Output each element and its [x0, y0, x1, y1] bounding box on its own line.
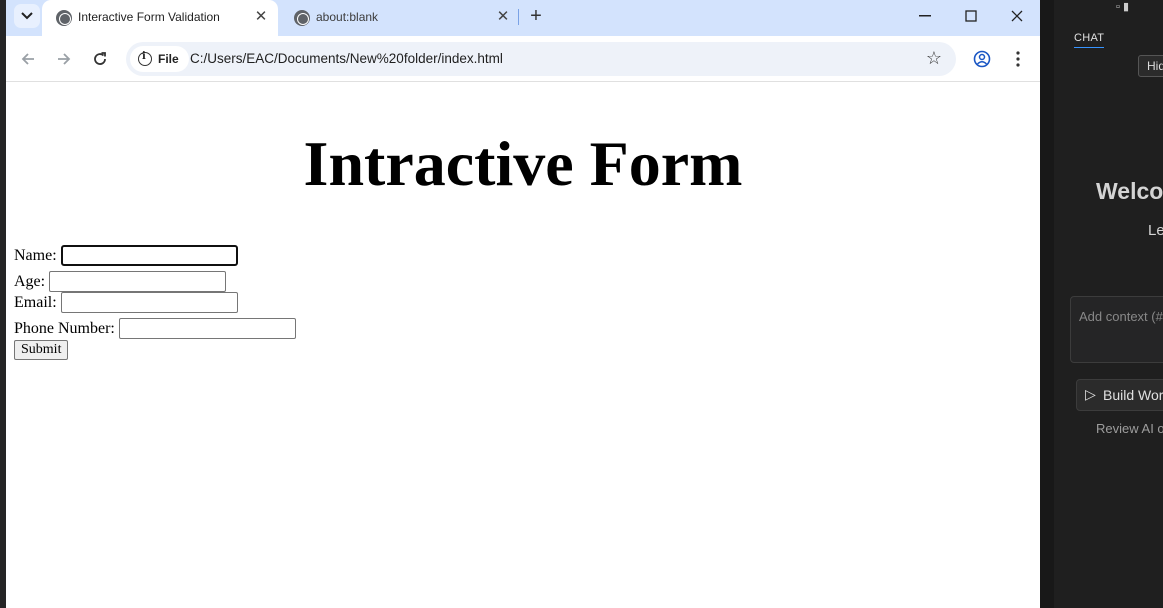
back-arrow-icon [21, 53, 34, 65]
minimize-icon [919, 15, 931, 17]
chat-input[interactable]: Add context (# [1070, 296, 1163, 363]
age-label: Age: [14, 272, 46, 290]
profile-icon [973, 50, 991, 68]
profile-button[interactable] [970, 47, 994, 71]
tab-strip: Interactive Form Validation ✕ about:blan… [6, 0, 1040, 36]
chevron-down-icon [21, 12, 33, 20]
back-button[interactable] [16, 47, 40, 71]
globe-icon [56, 10, 72, 26]
email-label: Email: [14, 293, 57, 311]
url-text[interactable]: C:/Users/EAC/Documents/New%20folder/inde… [190, 51, 503, 66]
site-info-chip[interactable]: File [130, 46, 189, 72]
tab-title: Interactive Form Validation [78, 10, 220, 24]
tab-about-blank[interactable]: about:blank ✕ [280, 0, 520, 36]
email-row: Email: [14, 292, 238, 313]
submit-button[interactable]: Submit [14, 340, 69, 360]
more-vert-icon [1016, 51, 1020, 67]
phone-row: Phone Number: [14, 318, 296, 339]
chat-side-panel: ▫ ▮ CHAT Hid Welco Le Add context (# ▷ B… [1040, 0, 1163, 608]
tab-close-icon[interactable]: ✕ [252, 8, 270, 26]
forward-button[interactable] [52, 47, 76, 71]
address-bar[interactable]: File C:/Users/EAC/Documents/New%20folder… [126, 42, 956, 76]
age-field[interactable] [49, 271, 227, 292]
tab-separator [518, 9, 519, 25]
name-row: Name: [14, 245, 238, 266]
phone-field[interactable] [118, 318, 296, 339]
name-field[interactable] [60, 245, 238, 266]
forward-arrow-icon [58, 53, 71, 65]
menu-button[interactable] [1006, 47, 1030, 71]
age-row: Age: [14, 271, 227, 292]
learn-text: Le [1148, 222, 1163, 239]
reload-icon [94, 52, 106, 65]
build-workspace-button[interactable]: ▷ Build Wor [1076, 379, 1163, 411]
tab-interactive-form[interactable]: Interactive Form Validation ✕ [42, 0, 278, 36]
review-text: Review AI o [1096, 421, 1163, 436]
reload-button[interactable] [88, 47, 112, 71]
page-title: Intractive Form [303, 128, 743, 199]
info-icon [138, 51, 152, 66]
site-info-label: File [158, 52, 179, 66]
page-content: Intractive Form Name: Age: Email: Phone … [6, 83, 1040, 608]
new-tab-button[interactable]: + [524, 5, 548, 29]
tab-title: about:blank [316, 10, 379, 24]
globe-icon [294, 10, 310, 26]
build-icon: ▷ [1085, 386, 1096, 402]
hide-button[interactable]: Hid [1138, 55, 1163, 77]
browser-window: Interactive Form Validation ✕ about:blan… [6, 0, 1040, 608]
tab-close-icon[interactable]: ✕ [494, 8, 512, 26]
close-window-button[interactable] [994, 0, 1040, 32]
name-label: Name: [14, 246, 57, 264]
maximize-icon [965, 10, 977, 22]
tab-search-button[interactable] [14, 4, 40, 28]
side-panel-strip [1040, 0, 1054, 608]
build-button-label: Build Wor [1103, 387, 1163, 403]
close-icon [1011, 10, 1023, 22]
email-field[interactable] [60, 292, 238, 313]
layout-icon[interactable]: ▫ ▮ [1116, 0, 1129, 13]
chat-tab[interactable]: CHAT [1074, 32, 1105, 48]
welcome-heading: Welco [1096, 178, 1163, 204]
minimize-button[interactable] [902, 0, 948, 32]
browser-toolbar: File C:/Users/EAC/Documents/New%20folder… [6, 36, 1040, 82]
phone-label: Phone Number: [14, 319, 115, 337]
maximize-button[interactable] [948, 0, 994, 32]
bookmark-star-icon[interactable]: ☆ [926, 48, 942, 69]
